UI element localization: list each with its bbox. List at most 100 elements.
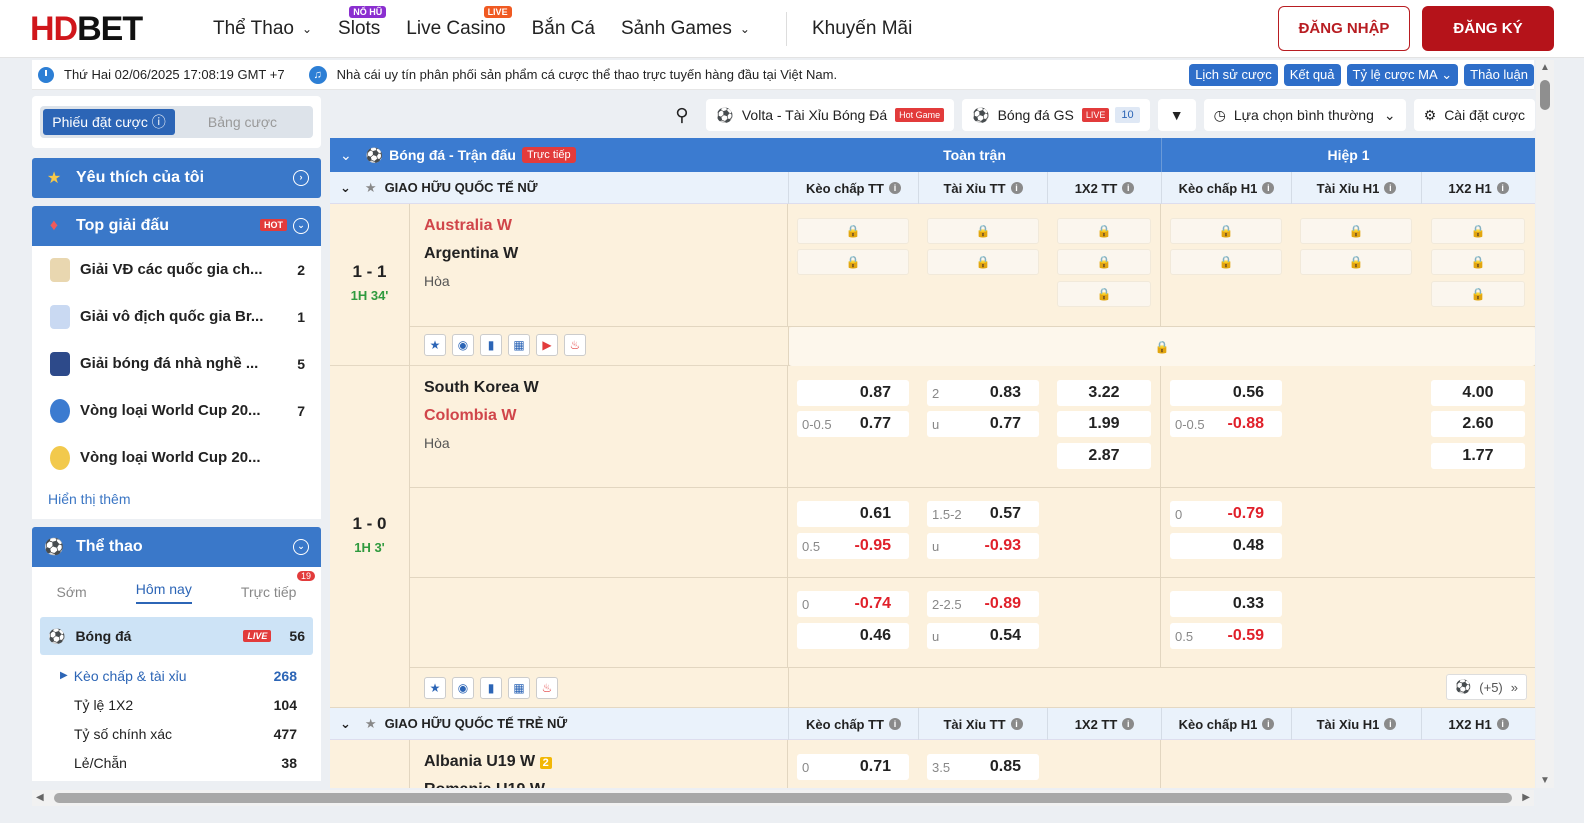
tab-betslip[interactable]: Phiếu đặt cược ⓘ xyxy=(43,109,175,135)
fire-icon[interactable]: ♨ xyxy=(536,677,558,699)
stats-icon[interactable]: ▮ xyxy=(480,677,502,699)
odds-button[interactable]: 0 0.71 xyxy=(797,754,909,780)
mode-select[interactable]: ◷ Lựa chọn bình thường ⌄ xyxy=(1203,99,1406,131)
tab-early[interactable]: Sớm xyxy=(57,584,87,600)
odds-type-button[interactable]: Tỷ lệ cược MA ⌄ xyxy=(1346,63,1459,86)
login-button[interactable]: ĐĂNG NHẬP xyxy=(1278,6,1410,51)
gs-chip[interactable]: ⚽ Bóng đá GS LIVE 10 xyxy=(962,99,1150,131)
horizontal-scrollbar[interactable]: ◀ ▶ xyxy=(32,790,1534,806)
scroll-down-icon[interactable]: ▼ xyxy=(1540,775,1550,786)
odds-button[interactable]: u 0.77 xyxy=(927,411,1039,437)
nav-khuyen-mai[interactable]: Khuyến Mãi xyxy=(812,18,912,40)
odds-button[interactable]: 0.87 xyxy=(797,380,909,406)
odds-button[interactable]: 0.48 xyxy=(1170,533,1282,559)
favorites-header[interactable]: ★ Yêu thích của tôi › xyxy=(32,158,321,198)
fire-icon[interactable]: ♨ xyxy=(564,334,586,356)
odds-button[interactable]: 4.00 xyxy=(1431,380,1525,406)
nav-the-thao[interactable]: Thể Thao ⌄ xyxy=(213,18,312,40)
favorite-star-icon[interactable]: ★ xyxy=(424,677,446,699)
home-team[interactable]: South Korea W xyxy=(410,374,787,402)
sub-item-odd-even[interactable]: Lẻ/Chẵn 38 xyxy=(32,748,321,777)
volta-chip[interactable]: ⚽ Volta - Tài Xỉu Bóng Đá Hot Game xyxy=(706,99,955,131)
league-item[interactable]: Giải VĐ các quốc gia ch... 2 xyxy=(32,246,321,293)
main-content: ⚲ ⚽ Volta - Tài Xỉu Bóng Đá Hot Game ⚽ Bóng… xyxy=(330,96,1535,788)
chevron-down-icon[interactable]: ⌄ xyxy=(340,147,352,164)
lock-icon: 🔒 xyxy=(1431,249,1525,275)
nav-slots[interactable]: Slots NỔ HŨ xyxy=(338,6,387,40)
stats-icon[interactable]: ▮ xyxy=(480,334,502,356)
league-item[interactable]: Vòng loại World Cup 20... xyxy=(32,434,321,481)
nav-ban-ca[interactable]: Bắn Cá xyxy=(532,18,595,40)
home-team[interactable]: Albania U19 W 2 xyxy=(410,748,787,776)
scroll-thumb[interactable] xyxy=(1540,80,1550,110)
favorite-star-icon[interactable]: ★ xyxy=(424,334,446,356)
tab-bet-list[interactable]: Bảng cược xyxy=(175,114,310,130)
scroll-thumb[interactable] xyxy=(54,793,1512,803)
odds-button[interactable]: 0.61 xyxy=(797,501,909,527)
chevron-down-icon[interactable]: ⌄ xyxy=(340,180,351,196)
eye-icon[interactable]: ◉ xyxy=(452,334,474,356)
odds-button[interactable]: 2-2.5 -0.89 xyxy=(927,591,1039,617)
settings-button[interactable]: ⚙ Cài đặt cược xyxy=(1413,99,1535,131)
nav-sanh-games[interactable]: Sảnh Games ⌄ xyxy=(621,18,750,40)
league-item[interactable]: Giải vô địch quốc gia Br... 1 xyxy=(32,293,321,340)
football-icon: ⚽ xyxy=(365,146,384,163)
tab-today[interactable]: Hôm nay xyxy=(135,581,192,604)
clock-icon xyxy=(38,66,54,83)
show-more-link[interactable]: Hiển thị thêm xyxy=(32,481,321,519)
odds-button[interactable]: 1.99 xyxy=(1057,411,1151,437)
odds-button[interactable]: u 0.54 xyxy=(927,623,1039,649)
tab-live[interactable]: Trực tiếp xyxy=(241,584,297,600)
sub-item-1x2[interactable]: Tỷ lệ 1X2 104 xyxy=(32,690,321,719)
odds-button[interactable]: 3.22 xyxy=(1057,380,1151,406)
vertical-scrollbar[interactable]: ▲ ▼ xyxy=(1536,60,1554,788)
eye-icon[interactable]: ◉ xyxy=(452,677,474,699)
star-icon[interactable]: ★ xyxy=(365,716,377,732)
sport-item-football[interactable]: ⚽ Bóng đá LIVE 56 xyxy=(40,617,313,655)
home-team[interactable]: Australia W xyxy=(410,212,787,240)
odds-button[interactable]: 0.56 xyxy=(1170,380,1282,406)
odds-button[interactable]: 0.5 -0.95 xyxy=(797,533,909,559)
odds-button[interactable]: 3.5 0.85 xyxy=(927,754,1039,780)
scroll-left-icon[interactable]: ◀ xyxy=(36,792,44,803)
odds-button[interactable]: 0.46 xyxy=(797,623,909,649)
results-button[interactable]: Kết quả xyxy=(1283,63,1341,86)
odds-button[interactable]: 1.5-2 0.57 xyxy=(927,501,1039,527)
filter-button[interactable]: ▼ xyxy=(1157,99,1196,131)
odds-button[interactable]: 1.77 xyxy=(1431,443,1525,469)
scroll-right-icon[interactable]: ▶ xyxy=(1522,792,1530,803)
odds-button[interactable]: 0.5 -0.59 xyxy=(1170,623,1282,649)
pitch-icon[interactable]: ▦ xyxy=(508,334,530,356)
scroll-up-icon[interactable]: ▲ xyxy=(1540,62,1550,73)
league-item[interactable]: Vòng loại World Cup 20... 7 xyxy=(32,387,321,434)
sub-item-handicap[interactable]: ▶ Kèo chấp & tài xỉu 268 xyxy=(32,661,321,690)
nav-live-casino[interactable]: Live Casino LIVE xyxy=(406,6,512,40)
star-icon[interactable]: ★ xyxy=(365,180,377,196)
away-team[interactable]: Argentina W xyxy=(410,240,787,268)
register-button[interactable]: ĐĂNG KÝ xyxy=(1422,6,1554,51)
sports-header[interactable]: ⚽ Thể thao ⌄ xyxy=(32,527,321,567)
pitch-icon[interactable]: ▦ xyxy=(508,677,530,699)
away-team[interactable]: Romania U19 W xyxy=(410,776,787,788)
sub-item-correct-score[interactable]: Tỷ số chính xác 477 xyxy=(32,719,321,748)
odds-button[interactable]: 0-0.5 0.77 xyxy=(797,411,909,437)
more-markets-button[interactable]: ⚽ (+5)» xyxy=(1446,674,1527,700)
bet-history-button[interactable]: Lịch sử cược xyxy=(1189,63,1278,86)
odds-button[interactable]: u -0.93 xyxy=(927,533,1039,559)
top-leagues-header[interactable]: ♦ Top giải đấu HOT ⌄ xyxy=(32,206,321,246)
odds-button[interactable]: 0-0.5 -0.88 xyxy=(1170,411,1282,437)
odds-button[interactable]: 2.60 xyxy=(1431,411,1525,437)
logo[interactable]: HDBET xyxy=(30,12,143,46)
discussion-button[interactable]: Thảo luận xyxy=(1464,63,1534,86)
odds-button[interactable]: 0 -0.79 xyxy=(1170,501,1282,527)
hot-badge: HOT xyxy=(260,219,287,231)
odds-button[interactable]: 2 0.83 xyxy=(927,380,1039,406)
league-item[interactable]: Giải bóng đá nhà nghề ... 5 xyxy=(32,340,321,387)
search-icon[interactable]: ⚲ xyxy=(675,105,688,126)
odds-button[interactable]: 0 -0.74 xyxy=(797,591,909,617)
away-team[interactable]: Colombia W xyxy=(410,402,787,430)
play-icon[interactable]: ▶ xyxy=(536,334,558,356)
chevron-down-icon[interactable]: ⌄ xyxy=(340,716,351,732)
odds-button[interactable]: 2.87 xyxy=(1057,443,1151,469)
odds-button[interactable]: 0.33 xyxy=(1170,591,1282,617)
